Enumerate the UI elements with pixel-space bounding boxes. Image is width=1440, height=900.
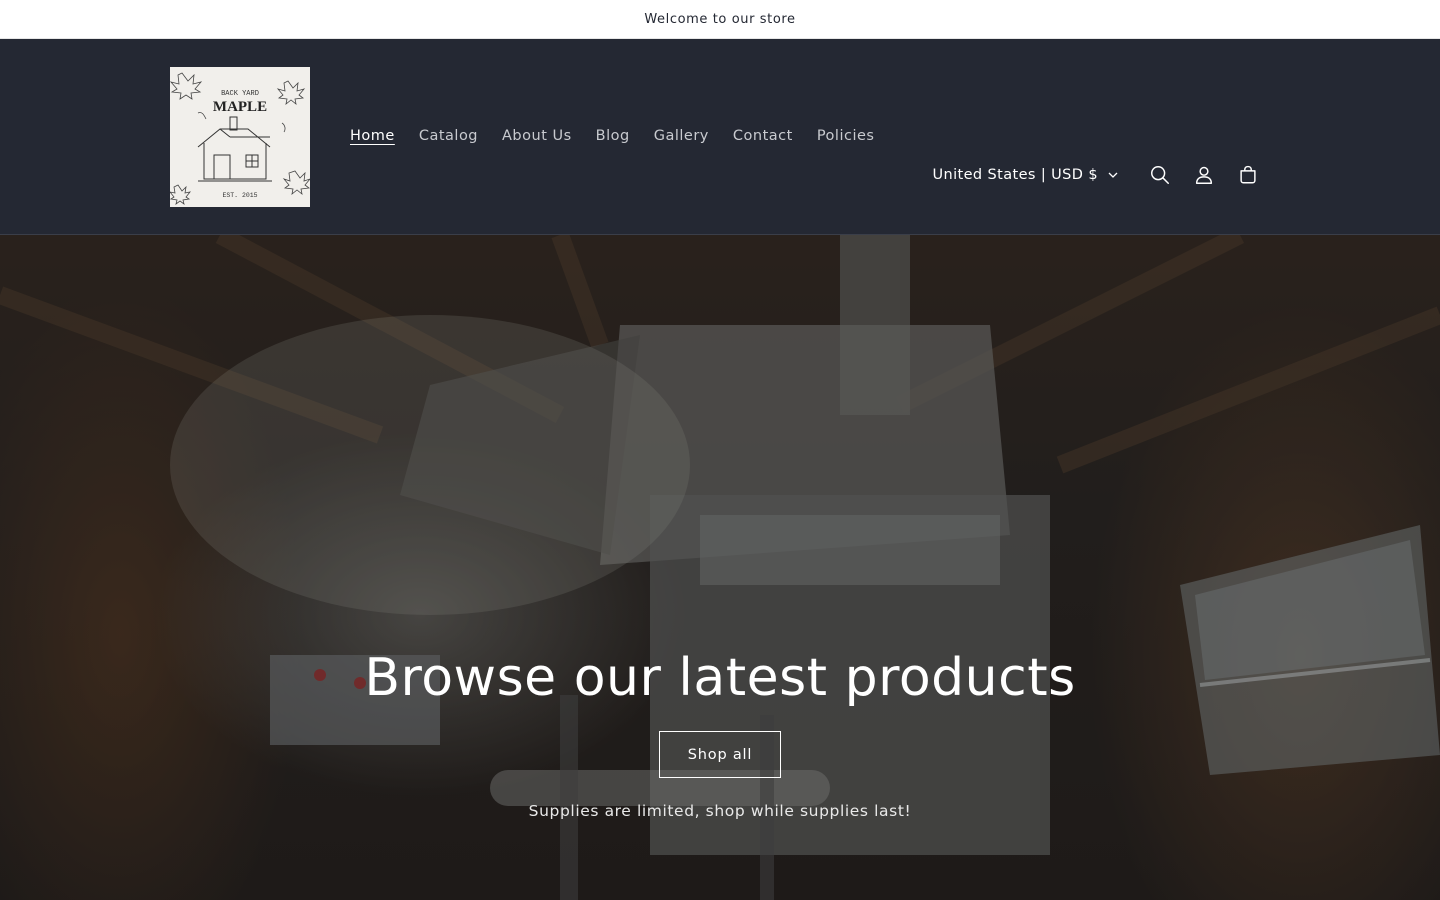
logo-line2: MAPLE: [213, 99, 267, 115]
country-currency-selector[interactable]: United States | USD $: [922, 153, 1128, 197]
hero-banner: Browse our latest products Shop all Supp…: [0, 235, 1440, 900]
cart-icon: [1240, 165, 1256, 184]
chevron-down-icon: [1108, 172, 1118, 178]
announcement-bar: Welcome to our store: [0, 0, 1440, 39]
main-nav: Home Catalog About Us Blog Gallery Conta…: [338, 125, 886, 147]
nav-item-about-us[interactable]: About Us: [490, 125, 584, 147]
logo-graphic: BACK YARD MAPLE EST. 2015: [170, 67, 310, 207]
nav-item-gallery[interactable]: Gallery: [642, 125, 721, 147]
logo-line1: BACK YARD: [221, 90, 259, 98]
hero-content: Browse our latest products Shop all Supp…: [0, 645, 1440, 820]
nav-item-contact[interactable]: Contact: [721, 125, 805, 147]
nav-item-policies[interactable]: Policies: [805, 125, 887, 147]
store-logo[interactable]: BACK YARD MAPLE EST. 2015: [170, 67, 310, 207]
account-button[interactable]: [1182, 153, 1226, 197]
header-actions: United States | USD $: [922, 153, 1270, 197]
account-icon: [1195, 166, 1213, 184]
shop-all-button[interactable]: Shop all: [659, 731, 781, 778]
search-icon: [1151, 166, 1169, 184]
cart-button[interactable]: [1226, 153, 1270, 197]
logo-est: EST. 2015: [222, 192, 257, 199]
announcement-text: Welcome to our store: [644, 11, 796, 27]
nav-item-home[interactable]: Home: [338, 125, 407, 147]
hero-title: Browse our latest products: [364, 648, 1076, 708]
nav-item-blog[interactable]: Blog: [584, 125, 642, 147]
search-button[interactable]: [1138, 153, 1182, 197]
site-header: BACK YARD MAPLE EST. 2015 Home Catalog A…: [0, 39, 1440, 235]
nav-item-catalog[interactable]: Catalog: [407, 125, 490, 147]
currency-label: United States | USD $: [932, 167, 1098, 183]
hero-subtitle: Supplies are limited, shop while supplie…: [528, 802, 912, 820]
